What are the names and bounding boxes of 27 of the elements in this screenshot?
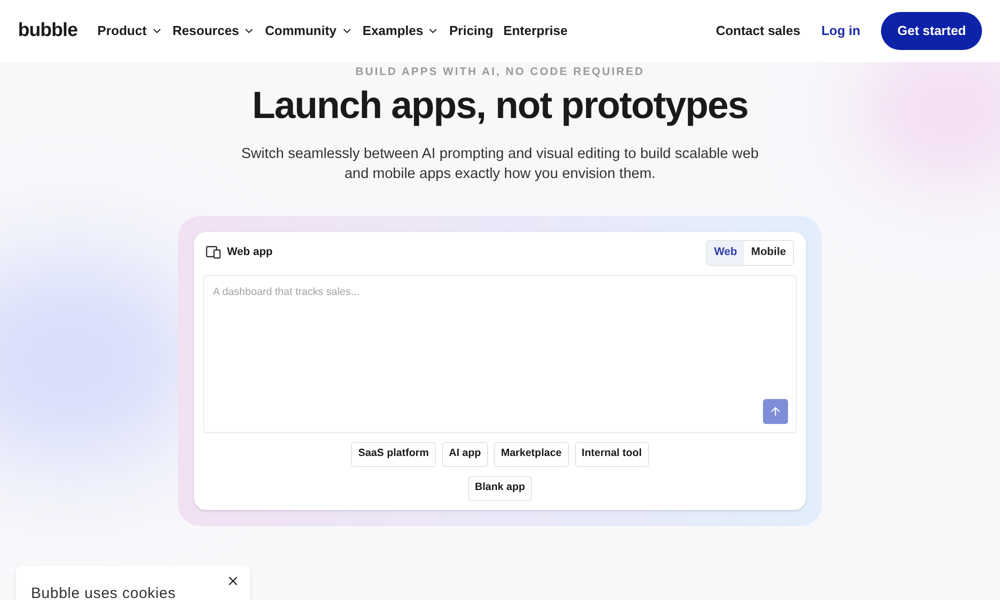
submit-button[interactable] bbox=[763, 398, 788, 424]
close-icon bbox=[226, 574, 240, 588]
nav-link[interactable]: Resources bbox=[172, 21, 256, 41]
template-chip[interactable]: Internal tool bbox=[574, 442, 649, 466]
nav-link[interactable]: Community bbox=[265, 21, 353, 41]
template-chip[interactable]: Marketplace bbox=[494, 442, 569, 466]
close-button[interactable] bbox=[226, 574, 240, 588]
arrow-up-icon bbox=[769, 404, 782, 418]
contact-sales-link[interactable]: Contact sales bbox=[716, 21, 800, 41]
nav-link[interactable]: Examples bbox=[362, 21, 440, 41]
logo[interactable]: bubble bbox=[18, 16, 78, 46]
template-chip[interactable]: SaaS platform bbox=[351, 442, 436, 466]
hero-title: Launch apps, not prototypes bbox=[252, 84, 748, 128]
prompt-field[interactable]: A dashboard that tracks sales... bbox=[203, 274, 797, 432]
nav-link[interactable]: Pricing bbox=[449, 21, 494, 41]
template-chip[interactable]: Blank app bbox=[468, 476, 532, 500]
app-type-label: Web app bbox=[227, 245, 273, 260]
nav-link[interactable]: Enterprise bbox=[503, 21, 568, 41]
login-link[interactable]: Log in bbox=[821, 21, 860, 41]
cookie-title: Bubble uses cookies bbox=[31, 584, 177, 600]
get-started-button[interactable]: Get started bbox=[881, 12, 982, 50]
nav-link[interactable]: Product bbox=[97, 21, 163, 41]
hero-subtitle: Switch seamlessly between AI prompting and visual editing to build scalable web and mobile apps exactly how you envision them. bbox=[240, 144, 760, 184]
devices-icon bbox=[206, 246, 221, 259]
platform-tab[interactable]: Web bbox=[707, 240, 744, 264]
eyebrow-text: BUILD APPS WITH AI, NO CODE REQUIRED bbox=[356, 65, 644, 80]
template-chip[interactable]: AI app bbox=[442, 442, 488, 466]
